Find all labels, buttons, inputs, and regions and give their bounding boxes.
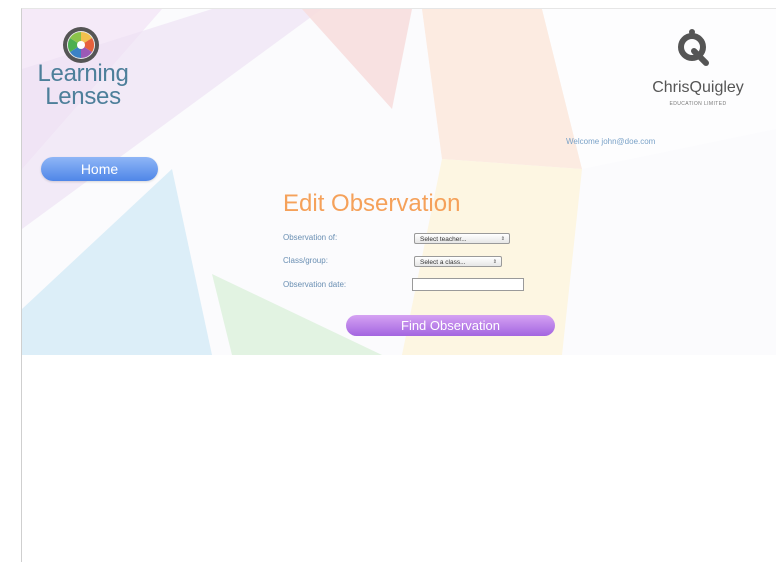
logo-line1: Learning [37, 60, 129, 87]
observation-date-label: Observation date: [283, 280, 347, 289]
chris-quigley-logo-icon [678, 29, 709, 66]
updown-arrow-icon: ⇕ [500, 236, 505, 242]
class-group-label: Class/group: [283, 256, 328, 265]
decorative-lens-background [22, 9, 776, 355]
camera-lens-icon [63, 27, 99, 63]
logo-line2: Lenses [45, 83, 121, 110]
class-select-value: Select a class... [420, 259, 466, 266]
teacher-select[interactable]: Select teacher... ⇕ [414, 233, 510, 244]
partner-subtitle: EDUCATION LIMITED [669, 101, 727, 107]
observation-date-input[interactable] [412, 278, 524, 291]
find-observation-button[interactable]: Find Observation [346, 315, 555, 336]
partner-name: ChrisQuigley [652, 79, 744, 96]
class-select[interactable]: Select a class... ⇕ [414, 256, 502, 267]
learning-lenses-logo[interactable]: Learning Lenses [28, 60, 138, 110]
teacher-select-value: Select teacher... [420, 236, 467, 243]
home-button[interactable]: Home [41, 157, 158, 181]
hero-banner [22, 9, 776, 355]
updown-arrow-icon: ⇕ [492, 259, 497, 265]
page-title: Edit Observation [283, 190, 461, 217]
observation-of-label: Observation of: [283, 233, 338, 242]
welcome-message: Welcome john@doe.com [566, 137, 656, 146]
